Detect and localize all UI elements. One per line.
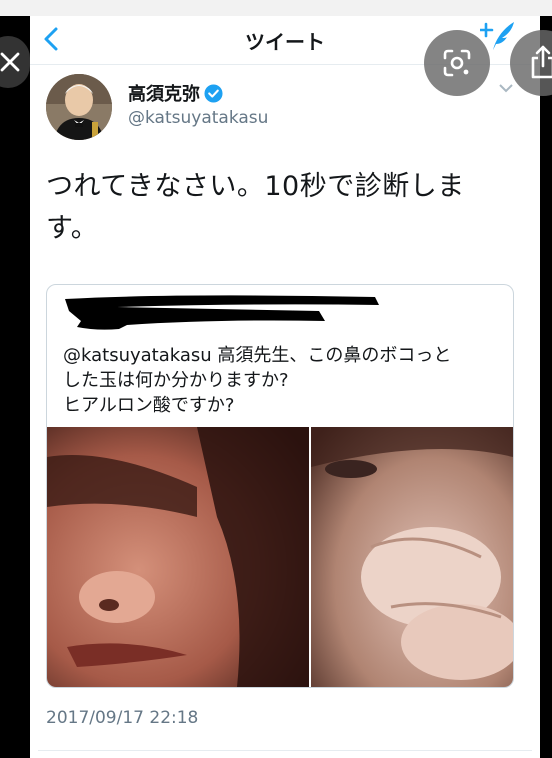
redaction-marker [65,295,379,330]
tweet-screenshot-card: ツイート 高須克弥 @katsuyatakasu つれてきなさい。10秒で診断し… [30,16,540,758]
top-strip [0,0,552,16]
avatar[interactable] [46,74,112,140]
lens-scan-icon [443,49,471,77]
close-icon [0,52,20,72]
lens-scan-button[interactable] [424,30,490,96]
quoted-text-line: ヒアルロン酸ですか? [63,395,235,416]
photo-left[interactable] [47,427,309,687]
chevron-down-icon[interactable] [498,82,514,94]
quoted-text-line: @katsuyatakasu 高須先生、この鼻のボコっと [63,345,452,366]
author-name-row[interactable]: 高須克弥 [128,80,223,106]
quoted-tweet-text: @katsuyatakasu 高須先生、この鼻のボコっと した玉は何か分かります… [63,343,503,418]
tweet-text: つれてきなさい。10秒で診断しま す。 [46,166,526,250]
author-handle[interactable]: @katsuyatakasu [128,108,268,128]
author-name: 高須克弥 [128,84,200,105]
verified-badge-icon [204,84,223,103]
tweet-text-line: つれてきなさい。10秒で診断しま [46,171,465,202]
photo-right[interactable] [311,427,513,687]
quoted-tweet[interactable]: @katsuyatakasu 高須先生、この鼻のボコっと した玉は何か分かります… [46,284,514,688]
close-button[interactable] [0,36,34,88]
quoted-tweet-media[interactable] [47,427,513,687]
tweet-text-line: す。 [46,213,99,244]
quoted-text-line: した玉は何か分かりますか? [63,370,289,391]
divider [38,750,532,751]
share-icon [531,45,552,79]
tweet-timestamp: 2017/09/17 22:18 [46,708,199,728]
